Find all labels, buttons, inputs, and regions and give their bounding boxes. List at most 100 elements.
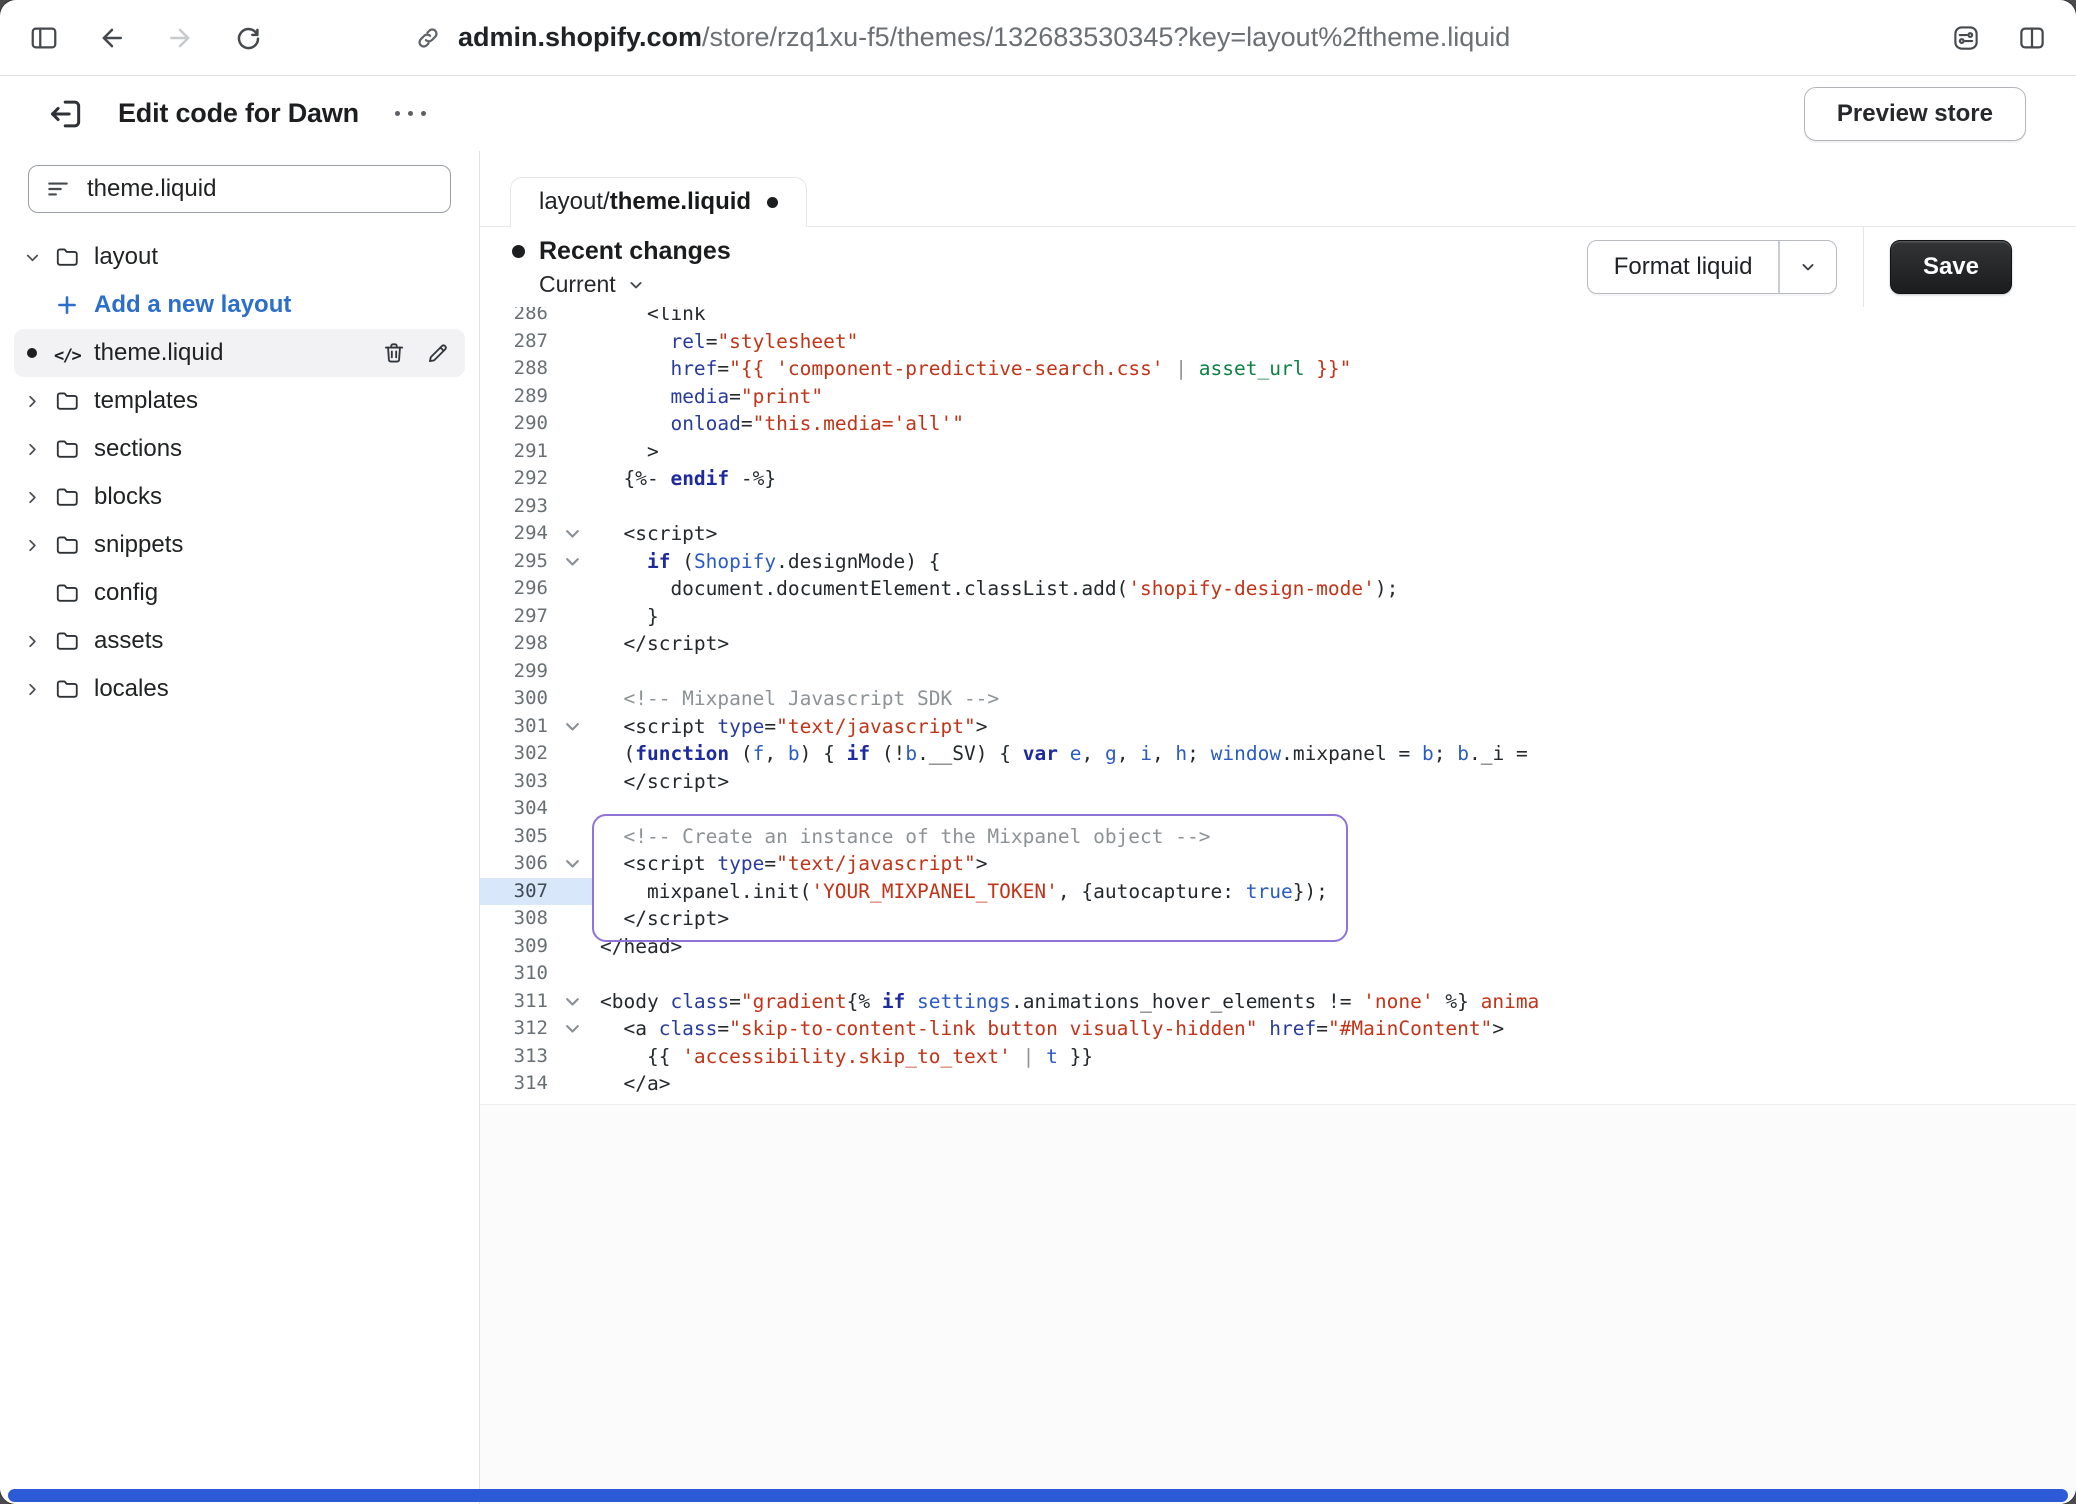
folder-icon <box>54 676 80 702</box>
code-line-text[interactable] <box>592 658 600 686</box>
code-line-text[interactable]: <script> <box>592 520 717 548</box>
code-editor[interactable]: 286 <link287 rel="stylesheet"288 href="{… <box>480 307 2076 1105</box>
code-line-text[interactable]: document.documentElement.classList.add('… <box>592 575 1398 603</box>
code-line-text[interactable]: <body class="gradient{% if settings.anim… <box>592 988 1539 1016</box>
chevron-spacer <box>22 295 42 315</box>
sidebar-item-snippets[interactable]: snippets <box>14 521 465 569</box>
code-line: 305 <!-- Create an instance of the Mixpa… <box>480 823 2076 851</box>
tab-theme-liquid[interactable]: layout/theme.liquid <box>510 177 807 227</box>
code-line: 306 <script type="text/javascript"> <box>480 850 2076 878</box>
chevron-down-icon <box>626 274 646 294</box>
code-line-text[interactable]: if (Shopify.designMode) { <box>592 548 941 576</box>
code-line-text[interactable]: <!-- Mixpanel Javascript SDK --> <box>592 685 999 713</box>
code-line-text[interactable]: </script> <box>592 630 729 658</box>
code-line-text[interactable]: href="{{ 'component-predictive-search.cs… <box>592 355 1351 383</box>
save-button[interactable]: Save <box>1890 240 2012 294</box>
code-line-text[interactable]: {{ 'accessibility.skip_to_text' | t }} <box>592 1043 1093 1071</box>
file-search-box[interactable] <box>28 165 451 213</box>
bottom-accent-bar <box>8 1489 2068 1502</box>
url-path: /store/rzq1xu-f5/themes/132683530345?key… <box>702 22 1510 52</box>
editor-card-footer <box>480 1105 2076 1504</box>
fold-chevron-icon[interactable] <box>563 717 582 736</box>
rename-file-button[interactable] <box>425 340 451 366</box>
preview-store-button[interactable]: Preview store <box>1804 87 2026 141</box>
sidebar-item-label: snippets <box>94 531 183 559</box>
sidebar-item-add-a-new-layout[interactable]: Add a new layout <box>14 281 465 329</box>
fold-chevron-icon[interactable] <box>563 524 582 543</box>
line-number: 288 <box>480 355 592 383</box>
chevron-right-icon[interactable] <box>22 391 42 411</box>
code-line-text[interactable] <box>592 493 600 521</box>
code-line-text[interactable] <box>592 960 600 988</box>
sidebar-item-sections[interactable]: sections <box>14 425 465 473</box>
code-line-text[interactable]: rel="stylesheet" <box>592 328 858 356</box>
address-bar[interactable]: admin.shopify.com/store/rzq1xu-f5/themes… <box>414 22 1510 53</box>
code-line-text[interactable]: mixpanel.init('YOUR_MIXPANEL_TOKEN', {au… <box>592 878 1328 906</box>
code-line-text[interactable]: {%- endif -%} <box>592 465 776 493</box>
more-options-icon[interactable] <box>385 101 436 126</box>
exit-editor-icon[interactable] <box>44 92 88 136</box>
sidebar-item-label: assets <box>94 627 163 655</box>
code-line: 292 {%- endif -%} <box>480 465 2076 493</box>
code-file-icon: </> <box>54 340 80 366</box>
line-number: 309 <box>480 933 592 961</box>
chevron-right-icon[interactable] <box>22 631 42 651</box>
line-number: 286 <box>480 307 592 328</box>
code-line-text[interactable]: </script> <box>592 768 729 796</box>
sidebar-item-blocks[interactable]: blocks <box>14 473 465 521</box>
browser-window: admin.shopify.com/store/rzq1xu-f5/themes… <box>0 0 2076 1504</box>
reload-button-icon[interactable] <box>230 20 266 56</box>
forward-button-icon[interactable] <box>162 20 198 56</box>
line-number: 307 <box>480 878 592 906</box>
sidebar-item-config[interactable]: config <box>14 569 465 617</box>
code-line-text[interactable]: <!-- Create an instance of the Mixpanel … <box>592 823 1210 851</box>
split-view-icon[interactable] <box>2014 20 2050 56</box>
code-line-text[interactable]: <link <box>592 307 706 328</box>
code-line-text[interactable]: } <box>592 603 659 631</box>
chevron-right-icon[interactable] <box>22 679 42 699</box>
chevron-right-icon[interactable] <box>22 439 42 459</box>
line-number: 308 <box>480 905 592 933</box>
chevron-right-icon[interactable] <box>22 487 42 507</box>
line-number: 310 <box>480 960 592 988</box>
code-line-text[interactable]: > <box>592 438 659 466</box>
page-title: Edit code for Dawn <box>118 98 359 129</box>
sidebar-item-assets[interactable]: assets <box>14 617 465 665</box>
format-options-chevron-icon[interactable] <box>1780 241 1836 293</box>
sidebar-item-locales[interactable]: locales <box>14 665 465 713</box>
code-line-text[interactable]: (function (f, b) { if (!b.__SV) { var e,… <box>592 740 1528 768</box>
code-line-text[interactable]: <script type="text/javascript"> <box>592 713 987 741</box>
sidebar-item-templates[interactable]: templates <box>14 377 465 425</box>
code-line-text[interactable]: </head> <box>592 933 682 961</box>
sidebar-toggle-icon[interactable] <box>26 20 62 56</box>
code-line-text[interactable]: media="print" <box>592 383 823 411</box>
search-input[interactable] <box>87 175 434 203</box>
line-number: 314 <box>480 1070 592 1098</box>
code-line: 311<body class="gradient{% if settings.a… <box>480 988 2076 1016</box>
code-line-text[interactable]: <a class="skip-to-content-link button vi… <box>592 1015 1504 1043</box>
code-line-text[interactable] <box>592 795 600 823</box>
fold-chevron-icon[interactable] <box>563 854 582 873</box>
extensions-icon[interactable] <box>1948 20 1984 56</box>
fold-chevron-icon[interactable] <box>563 992 582 1011</box>
code-line: 304 <box>480 795 2076 823</box>
folder-icon <box>54 436 80 462</box>
editor-main: layout/theme.liquid Recent changes Curre… <box>480 151 2076 1504</box>
delete-file-button[interactable] <box>381 340 407 366</box>
editor-toolbar: Recent changes Current Format liquid <box>480 227 2076 307</box>
chevron-right-icon[interactable] <box>22 535 42 555</box>
back-button-icon[interactable] <box>94 20 130 56</box>
fold-chevron-icon[interactable] <box>563 552 582 571</box>
chevron-down-icon[interactable] <box>22 247 42 267</box>
format-liquid-label[interactable]: Format liquid <box>1588 253 1779 281</box>
fold-chevron-icon[interactable] <box>563 1019 582 1038</box>
code-line-text[interactable]: </script> <box>592 905 729 933</box>
line-number: 294 <box>480 520 592 548</box>
code-line-text[interactable]: <script type="text/javascript"> <box>592 850 987 878</box>
sidebar-item-theme-liquid[interactable]: </>theme.liquid <box>14 329 465 377</box>
sidebar-item-label: Add a new layout <box>94 291 291 319</box>
sidebar-item-layout[interactable]: layout <box>14 233 465 281</box>
version-dropdown[interactable]: Current <box>539 271 731 298</box>
code-line-text[interactable]: onload="this.media='all'" <box>592 410 964 438</box>
code-line-text[interactable]: </a> <box>592 1070 670 1098</box>
